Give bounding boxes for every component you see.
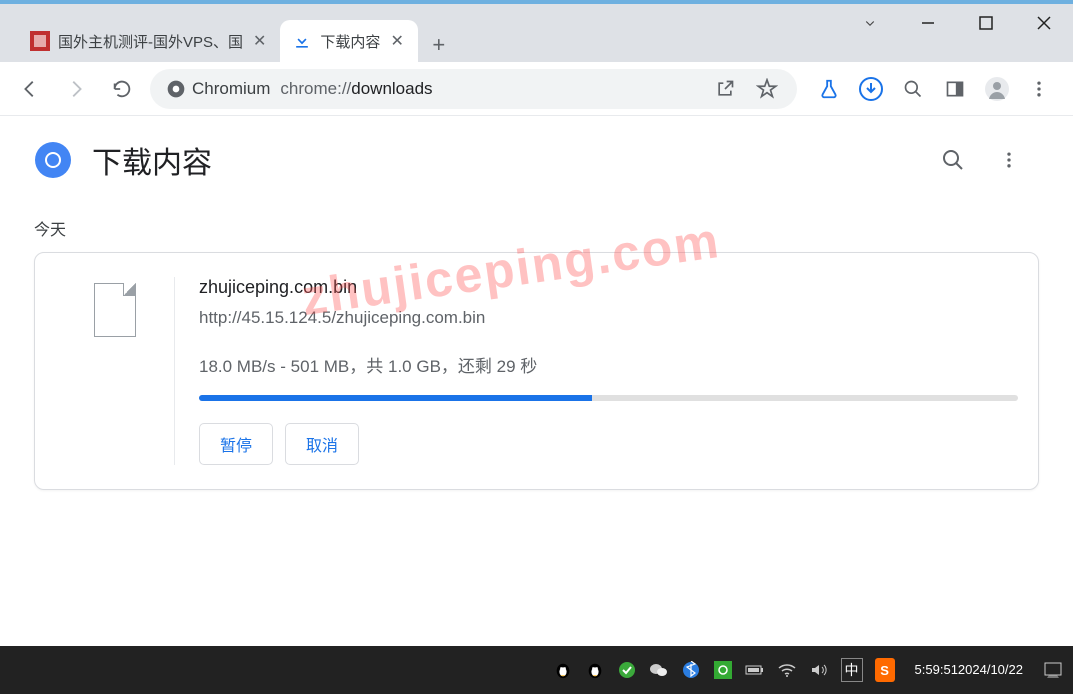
- downloads-header: 下载内容: [0, 116, 1073, 192]
- more-options-icon[interactable]: [995, 146, 1023, 174]
- site-chip: Chromium: [166, 79, 270, 99]
- search-downloads-icon[interactable]: [939, 146, 967, 174]
- share-icon[interactable]: [711, 75, 739, 103]
- tray-bluetooth-icon[interactable]: [681, 658, 701, 682]
- forward-button[interactable]: [58, 71, 94, 107]
- window-maximize-button[interactable]: [957, 4, 1015, 42]
- window-controls: [841, 4, 1073, 42]
- tab-strip: 国外主机测评-国外VPS、国 ✕ 下载内容 ✕ +: [0, 4, 456, 62]
- tray-qq-icon-1[interactable]: [553, 658, 573, 682]
- tab-1-close-icon[interactable]: ✕: [388, 29, 405, 53]
- download-item: zhujiceping.com.bin http://45.15.124.5/z…: [34, 252, 1039, 490]
- file-icon-column: [55, 277, 175, 465]
- pause-button[interactable]: 暂停: [199, 423, 273, 465]
- os-taskbar: 中 S 5:59:51 2024/10/22: [0, 646, 1073, 694]
- section-today-label: 今天: [0, 192, 1073, 252]
- browser-titlebar: 国外主机测评-国外VPS、国 ✕ 下载内容 ✕ +: [0, 0, 1073, 62]
- cancel-button[interactable]: 取消: [285, 423, 359, 465]
- tray-wechat-icon[interactable]: [649, 658, 669, 682]
- tray-ime-indicator[interactable]: 中: [841, 658, 863, 682]
- download-icon: [292, 31, 312, 51]
- download-status: 18.0 MB/s - 501 MB，共 1.0 GB，还剩 29 秒: [199, 352, 1018, 377]
- download-url[interactable]: http://45.15.124.5/zhujiceping.com.bin: [199, 308, 1018, 328]
- tray-qq-icon-2[interactable]: [585, 658, 605, 682]
- chromium-logo-icon: [34, 141, 72, 179]
- tray-sogou-icon[interactable]: S: [875, 658, 895, 682]
- profile-icon[interactable]: [983, 75, 1011, 103]
- download-progress-bar: [199, 395, 1018, 401]
- tab-0-title: 国外主机测评-国外VPS、国: [58, 31, 243, 52]
- toolbar: Chromium chrome://downloads: [0, 62, 1073, 116]
- tray-volume-icon[interactable]: [809, 658, 829, 682]
- reload-button[interactable]: [104, 71, 140, 107]
- tray-notifications-icon[interactable]: [1043, 658, 1063, 682]
- site-chip-label: Chromium: [192, 79, 270, 99]
- page-title: 下载内容: [92, 138, 919, 182]
- flask-icon[interactable]: [815, 75, 843, 103]
- address-bar[interactable]: Chromium chrome://downloads: [150, 69, 797, 109]
- tab-0-favicon: [30, 31, 50, 51]
- new-tab-button[interactable]: +: [422, 28, 456, 62]
- extension-icons: [807, 75, 1061, 103]
- download-indicator-icon[interactable]: [857, 75, 885, 103]
- menu-icon[interactable]: [1025, 75, 1053, 103]
- download-progress-fill: [199, 395, 592, 401]
- tray-battery-icon[interactable]: [745, 658, 765, 682]
- download-filename[interactable]: zhujiceping.com.bin: [199, 277, 1018, 298]
- tray-clock[interactable]: 5:59:51 2024/10/22: [907, 658, 1031, 682]
- tray-check-icon[interactable]: [617, 658, 637, 682]
- tab-0-close-icon[interactable]: ✕: [251, 29, 268, 53]
- url-text: chrome://downloads: [280, 79, 701, 99]
- tray-nvidia-icon[interactable]: [713, 658, 733, 682]
- file-icon: [94, 283, 136, 337]
- search-toolbar-icon[interactable]: [899, 75, 927, 103]
- tab-1[interactable]: 下载内容 ✕: [280, 20, 417, 62]
- tray-wifi-icon[interactable]: [777, 658, 797, 682]
- side-panel-icon[interactable]: [941, 75, 969, 103]
- window-minimize-button[interactable]: [899, 4, 957, 42]
- tray-time: 5:59:51: [915, 662, 958, 678]
- back-button[interactable]: [12, 71, 48, 107]
- tab-0[interactable]: 国外主机测评-国外VPS、国 ✕: [18, 20, 280, 62]
- tab-1-title: 下载内容: [320, 31, 380, 52]
- tray-date: 2024/10/22: [958, 662, 1023, 678]
- bookmark-icon[interactable]: [753, 75, 781, 103]
- system-tray: 中 S 5:59:51 2024/10/22: [553, 658, 1063, 682]
- window-close-button[interactable]: [1015, 4, 1073, 42]
- chromium-icon: [166, 79, 186, 99]
- window-dropdown-icon[interactable]: [841, 4, 899, 42]
